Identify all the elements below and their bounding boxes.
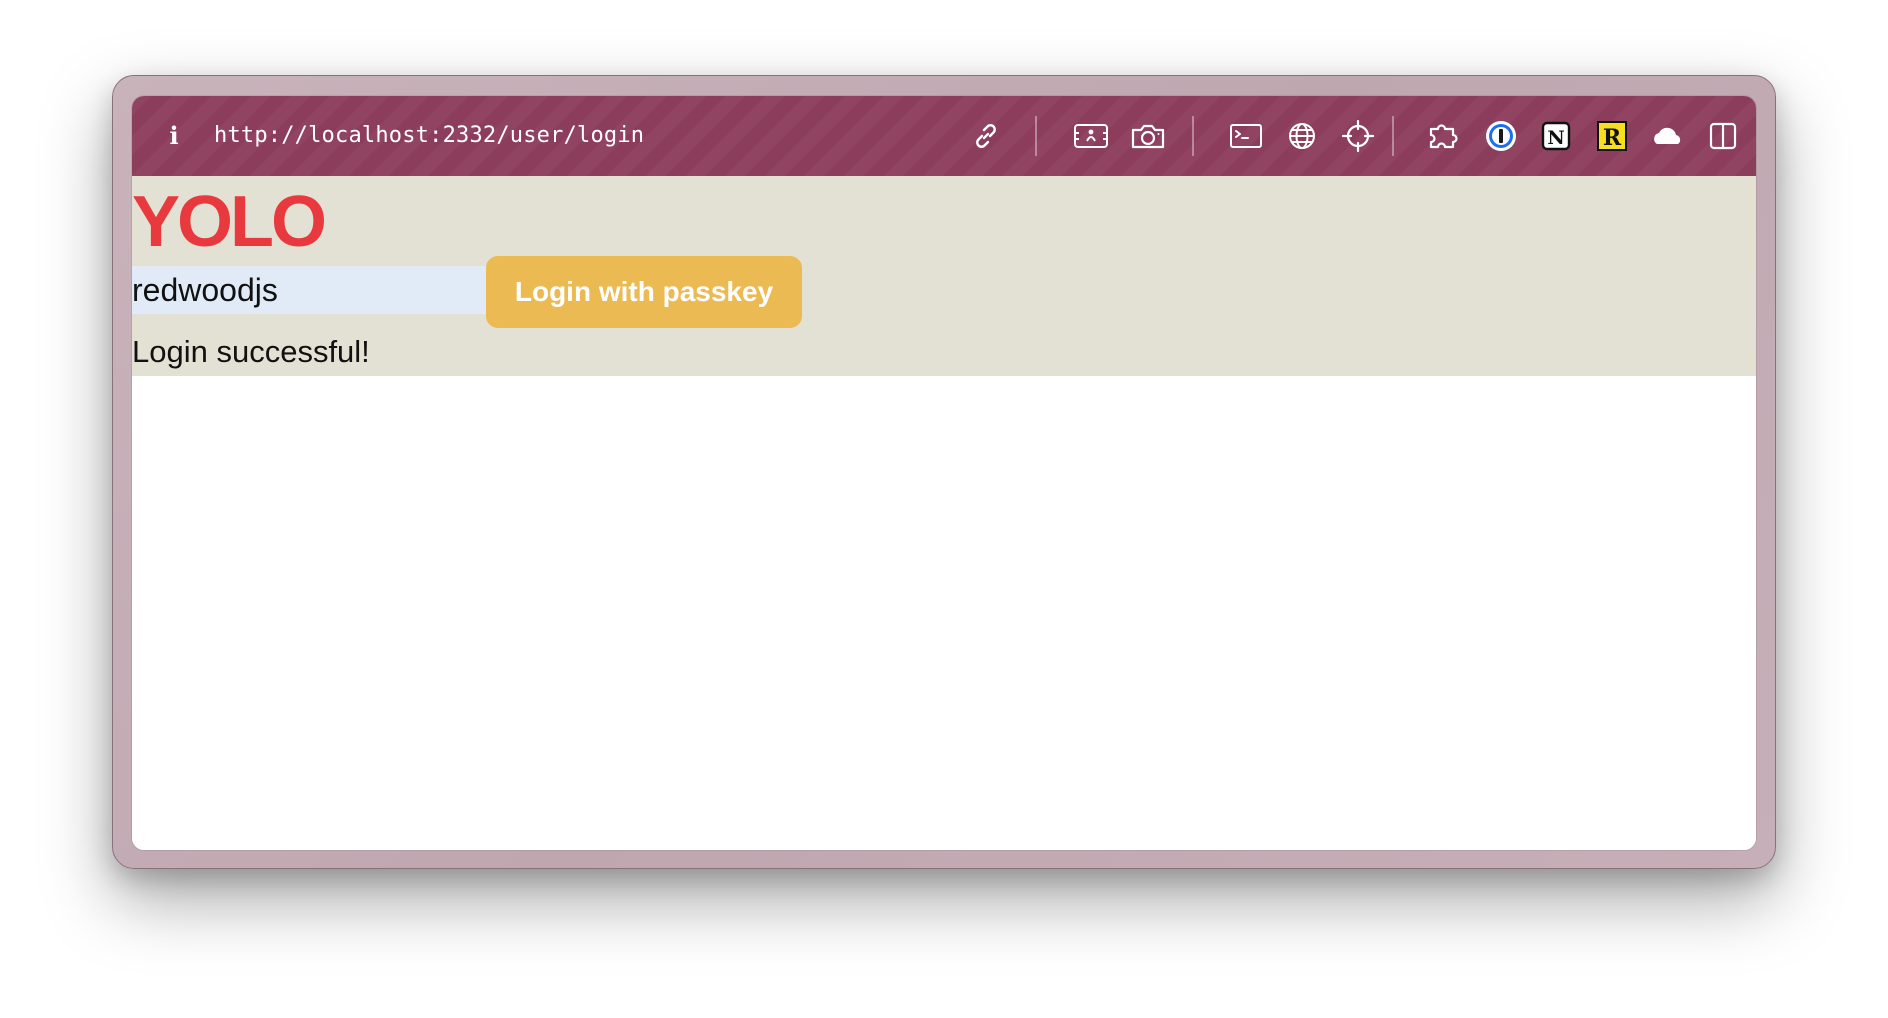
globe-icon[interactable]	[1282, 116, 1322, 156]
onepassword-icon[interactable]	[1481, 116, 1521, 156]
image-capture-icon[interactable]	[1071, 116, 1111, 156]
svg-text:R: R	[1603, 125, 1622, 151]
username-input[interactable]	[132, 266, 486, 314]
browser-window: i http://localhost:2332/user/login N R Y…	[132, 96, 1756, 850]
camera-icon[interactable]	[1128, 116, 1168, 156]
cloud-icon[interactable]	[1648, 116, 1688, 156]
address-bar[interactable]: http://localhost:2332/user/login	[214, 118, 644, 154]
terminal-icon[interactable]	[1226, 116, 1266, 156]
login-with-passkey-button[interactable]: Login with passkey	[486, 256, 802, 328]
page-body	[132, 376, 1756, 850]
browser-toolbar: i http://localhost:2332/user/login N R	[132, 96, 1756, 176]
page-title: YOLO	[132, 182, 327, 262]
link-icon[interactable]	[966, 116, 1006, 156]
toolbar-separator	[1035, 116, 1037, 156]
extensions-puzzle-icon[interactable]	[1424, 116, 1464, 156]
toolbar-separator	[1192, 116, 1194, 156]
sidebar-toggle-icon[interactable]	[1703, 116, 1743, 156]
notion-icon[interactable]: N	[1536, 116, 1576, 156]
login-status-message: Login successful!	[132, 334, 370, 369]
site-info-button[interactable]: i	[162, 120, 186, 152]
toolbar-separator	[1392, 116, 1394, 156]
r-extension-icon[interactable]: R	[1592, 116, 1632, 156]
svg-text:N: N	[1547, 127, 1564, 149]
crosshair-icon[interactable]	[1338, 116, 1378, 156]
